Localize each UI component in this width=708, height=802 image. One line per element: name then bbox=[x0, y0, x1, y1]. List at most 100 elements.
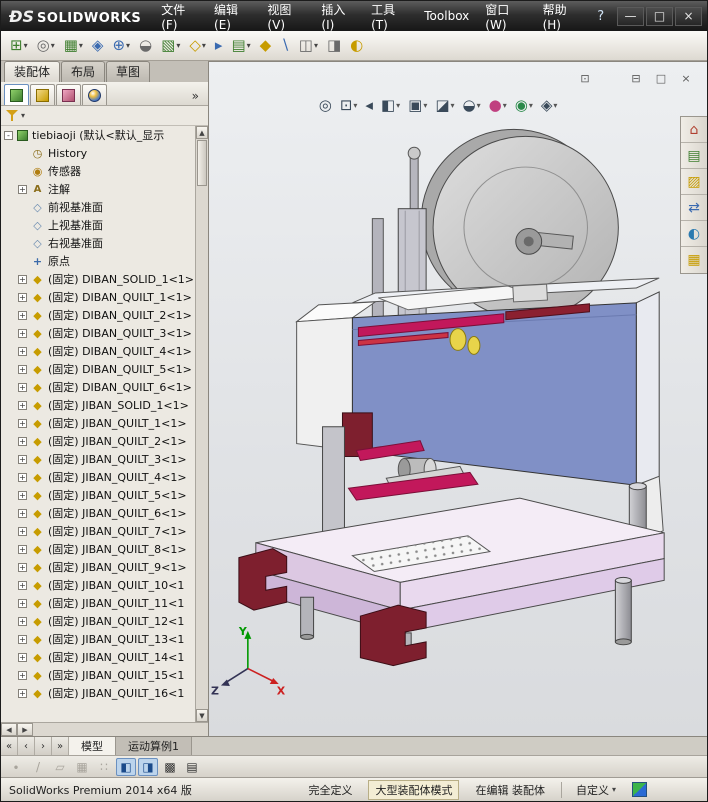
graphics-area[interactable]: Y X Z ⊡ ⊟ □ × ◎ ⊡ ▾ ◂ ◧ ▾ ▣ ▾ ◪ ▾ ◒ ▾ ● … bbox=[209, 61, 707, 736]
menu-tools[interactable]: 工具(T) bbox=[363, 1, 416, 32]
menu-view[interactable]: 视图(V) bbox=[259, 1, 313, 32]
tree-item[interactable]: + (固定) DIBAN_QUILT_2<1> bbox=[1, 306, 195, 324]
tree-item[interactable]: + (固定) JIBAN_SOLID_1<1> bbox=[1, 396, 195, 414]
tree-expander-icon[interactable]: + bbox=[18, 184, 27, 194]
menu-window[interactable]: 窗口(W) bbox=[477, 1, 534, 32]
tree-item[interactable]: 原点 bbox=[1, 252, 195, 270]
tree-item[interactable]: + (固定) DIBAN_QUILT_5<1> bbox=[1, 360, 195, 378]
tree-item[interactable]: + (固定) JIBAN_QUILT_1<1> bbox=[1, 414, 195, 432]
menu-toolbox[interactable]: Toolbox bbox=[416, 1, 477, 31]
menu-edit[interactable]: 编辑(E) bbox=[206, 1, 259, 32]
clearance-verification-button[interactable]: ◨ bbox=[323, 33, 345, 58]
toggle-selection-filters-button[interactable]: ▦ bbox=[72, 758, 92, 776]
model-canvas[interactable]: Y X Z bbox=[209, 62, 707, 736]
tree-item[interactable]: + (固定) JIBAN_QUILT_9<1> bbox=[1, 558, 195, 576]
tree-item[interactable]: 右视基准面 bbox=[1, 234, 195, 252]
instant3d-button[interactable]: ◐ bbox=[346, 33, 367, 58]
linear-component-pattern-button[interactable]: ▦ ▾ bbox=[60, 33, 87, 58]
smart-fasteners-button[interactable]: ◈ bbox=[88, 33, 108, 58]
scrollbar-thumb[interactable] bbox=[197, 140, 207, 186]
new-motion-study-button[interactable]: ▸ bbox=[211, 33, 227, 58]
front-view-button[interactable]: ◧ bbox=[116, 757, 136, 776]
custom-properties-tab[interactable]: ▦ bbox=[681, 247, 707, 273]
reference-geometry-button[interactable]: ◇ ▾ bbox=[185, 33, 210, 58]
zoom-to-area-button[interactable]: ⊡ ▾ bbox=[337, 94, 361, 117]
next-tab-button[interactable]: › bbox=[35, 737, 52, 755]
tree-expander-icon[interactable]: + bbox=[18, 292, 27, 302]
customize-dropdown[interactable]: 自定义 ▾ bbox=[560, 781, 616, 798]
tree-expander-icon[interactable]: + bbox=[18, 436, 27, 446]
tree-expander-icon[interactable]: + bbox=[18, 454, 27, 464]
tree-item[interactable]: 前视基准面 bbox=[1, 198, 195, 216]
tree-expander-icon[interactable]: + bbox=[18, 274, 27, 284]
tree-expander-icon[interactable]: + bbox=[18, 670, 27, 680]
first-tab-button[interactable]: « bbox=[1, 737, 18, 755]
tree-item[interactable]: + (固定) JIBAN_QUILT_8<1> bbox=[1, 540, 195, 558]
tree-expander-icon[interactable]: + bbox=[18, 310, 27, 320]
insert-components-button[interactable]: ⊞ ▾ bbox=[6, 33, 32, 58]
tree-expander-icon[interactable]: + bbox=[18, 526, 27, 536]
scroll-right-icon[interactable]: ▶ bbox=[17, 723, 33, 736]
tree-item[interactable]: + (固定) JIBAN_QUILT_15<1 bbox=[1, 666, 195, 684]
tree-expander-icon[interactable] bbox=[18, 221, 27, 230]
snap-options-button[interactable]: ∷ bbox=[94, 758, 114, 776]
show-hidden-components-button[interactable]: ◒ bbox=[135, 33, 156, 58]
tree-expander-icon[interactable]: + bbox=[18, 508, 27, 518]
split-pane-button[interactable]: ⊡ bbox=[576, 72, 594, 87]
filter-vertices-button[interactable]: ∙ bbox=[6, 758, 26, 776]
shaded-display-button[interactable]: ▩ bbox=[160, 758, 180, 776]
scroll-left-icon[interactable]: ◀ bbox=[1, 723, 17, 736]
tree-item[interactable]: + (固定) DIBAN_SOLID_1<1> bbox=[1, 270, 195, 288]
edit-appearance-button[interactable]: ● ▾ bbox=[486, 94, 510, 117]
scrollbar-track[interactable] bbox=[33, 723, 208, 736]
tab-sketch[interactable]: 草图 bbox=[106, 61, 151, 82]
close-document-button[interactable]: × bbox=[677, 72, 695, 87]
view-palette-tab[interactable]: ⇄ bbox=[681, 195, 707, 221]
assembly-features-button[interactable]: ▧ ▾ bbox=[157, 33, 184, 58]
restore-document-button[interactable]: □ bbox=[652, 72, 670, 87]
menu-file[interactable]: 文件(F) bbox=[153, 1, 206, 32]
tree-expander-icon[interactable]: + bbox=[18, 580, 27, 590]
ime-icon[interactable] bbox=[632, 782, 647, 797]
tree-expander-icon[interactable]: + bbox=[18, 616, 27, 626]
isometric-view-button[interactable]: ◨ bbox=[138, 757, 158, 776]
tree-expander-icon[interactable]: + bbox=[18, 562, 27, 572]
tab-model[interactable]: 模型 bbox=[69, 737, 116, 755]
tree-item[interactable]: + (固定) JIBAN_QUILT_11<1 bbox=[1, 594, 195, 612]
bill-of-materials-button[interactable]: ▤ ▾ bbox=[227, 33, 254, 58]
tree-item[interactable]: + (固定) JIBAN_QUILT_16<1 bbox=[1, 684, 195, 702]
tree-expander-icon[interactable] bbox=[18, 257, 27, 266]
hide-show-items-button[interactable]: ◒ ▾ bbox=[460, 94, 484, 117]
previous-tab-button[interactable]: ‹ bbox=[18, 737, 35, 755]
tree-root-item[interactable]: - tiebiaoji (默认<默认_显示 bbox=[1, 126, 195, 144]
interference-detection-button[interactable]: ◫ ▾ bbox=[295, 33, 322, 58]
tree-horizontal-scrollbar[interactable]: ◀ ▶ bbox=[1, 722, 208, 736]
mate-button[interactable]: ◎ ▾ bbox=[33, 33, 59, 58]
explode-line-sketch-button[interactable]: ∖ bbox=[276, 33, 294, 58]
tree-item[interactable]: History bbox=[1, 144, 195, 162]
view-triad[interactable]: Y X Z bbox=[211, 625, 286, 697]
help-icon[interactable]: ? bbox=[589, 9, 612, 24]
maximize-button[interactable]: □ bbox=[646, 6, 673, 26]
dropdown-arrow-icon[interactable]: ▾ bbox=[21, 111, 25, 120]
tree-item[interactable]: + (固定) JIBAN_QUILT_12<1 bbox=[1, 612, 195, 630]
tree-item[interactable]: + (固定) JIBAN_QUILT_7<1> bbox=[1, 522, 195, 540]
configurationmanager-tab[interactable] bbox=[56, 84, 81, 105]
close-button[interactable]: × bbox=[675, 6, 702, 26]
tree-item[interactable]: + (固定) DIBAN_QUILT_6<1> bbox=[1, 378, 195, 396]
tree-expander-icon[interactable]: + bbox=[18, 346, 27, 356]
tree-item[interactable]: + (固定) JIBAN_QUILT_14<1 bbox=[1, 648, 195, 666]
tree-item[interactable]: + (固定) DIBAN_QUILT_4<1> bbox=[1, 342, 195, 360]
section-view-button[interactable]: ◧ ▾ bbox=[378, 94, 403, 117]
tree-expander-icon[interactable] bbox=[18, 203, 27, 212]
exploded-view-button[interactable]: ◆ bbox=[256, 33, 276, 58]
tree-item[interactable]: + (固定) JIBAN_QUILT_2<1> bbox=[1, 432, 195, 450]
tab-assembly[interactable]: 装配体 bbox=[4, 61, 61, 82]
tree-expander-icon[interactable]: + bbox=[18, 418, 27, 428]
tree-item[interactable]: + (固定) JIBAN_QUILT_10<1 bbox=[1, 576, 195, 594]
tree-expander-icon[interactable]: + bbox=[18, 364, 27, 374]
tree-expander-icon[interactable]: + bbox=[18, 634, 27, 644]
tree-vertical-scrollbar[interactable]: ▲ ▼ bbox=[195, 126, 208, 722]
tree-expander-icon[interactable] bbox=[18, 167, 27, 176]
pane-layout-button[interactable]: ⊟ bbox=[627, 72, 645, 87]
